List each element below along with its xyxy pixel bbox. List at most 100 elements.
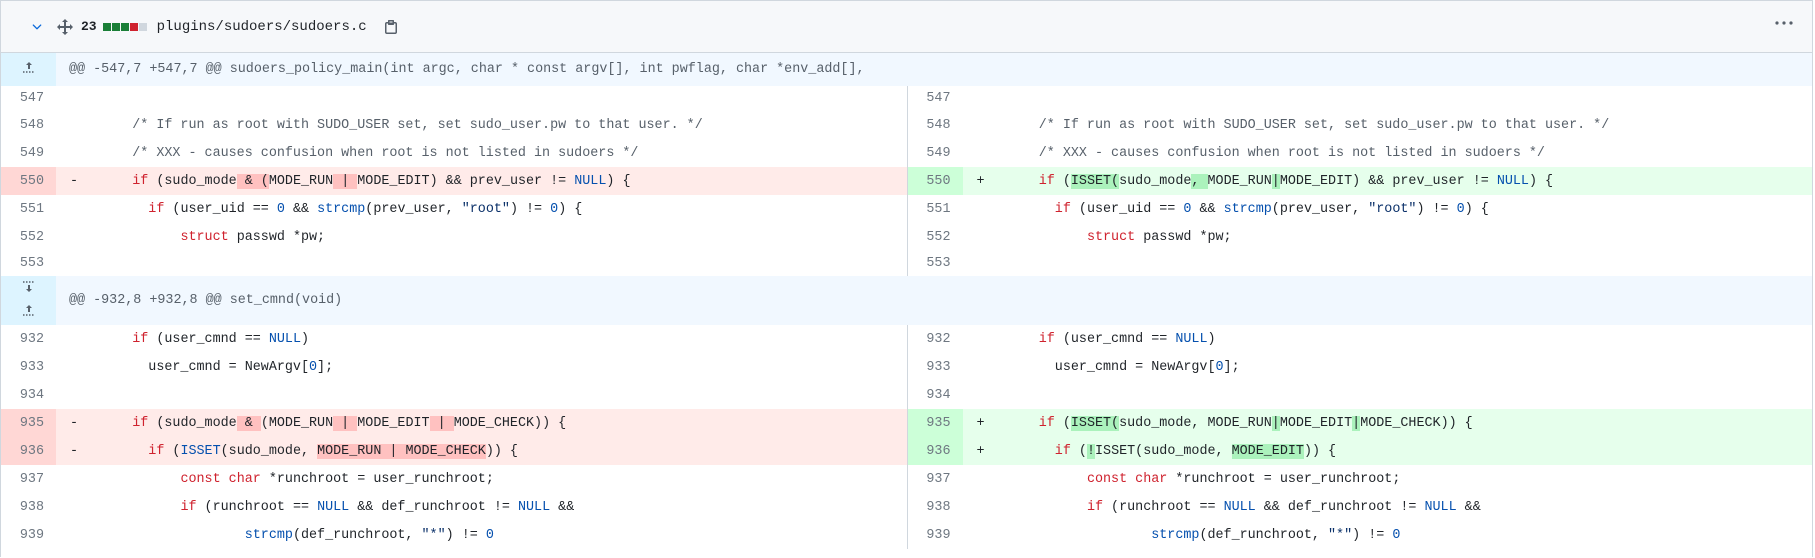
line-number[interactable]: 552 [1, 223, 56, 251]
line-number[interactable]: 938 [1, 493, 56, 521]
old-line: 549 /* XXX - causes confusion when root … [1, 139, 907, 167]
line-number[interactable]: 939 [1, 521, 56, 549]
code-token: | [1271, 415, 1280, 431]
code-text: /* XXX - causes confusion when root is n… [991, 146, 1545, 161]
code-token: (def_runchroot, [292, 527, 422, 543]
expand-down-icon[interactable] [21, 280, 37, 299]
code-token: | [429, 415, 454, 431]
line-number[interactable]: 936 [1, 437, 56, 465]
code-token: "root" [1368, 201, 1417, 217]
line-number[interactable]: 936 [907, 437, 963, 465]
expand-gutter[interactable] [1, 53, 56, 86]
code-text: if (user_cmnd == NULL) [84, 332, 309, 347]
line-number[interactable]: 935 [907, 409, 963, 437]
code-token: ( [1070, 443, 1087, 459]
expand-gutter[interactable] [1, 276, 56, 325]
code-token: 0 [1215, 359, 1224, 375]
line-number[interactable]: 548 [1, 111, 56, 139]
diff-row: 935- if (sudo_mode & (MODE_RUN | MODE_ED… [1, 409, 1812, 437]
code-token: ) { [1464, 201, 1489, 217]
code-text: if (user_cmnd == NULL) [991, 332, 1216, 347]
diff-row: 939 strcmp(def_runchroot, "*") != 0 939 s… [1, 521, 1812, 549]
line-number[interactable]: 939 [908, 521, 963, 549]
old-line: 932 if (user_cmnd == NULL) [1, 325, 907, 353]
code-token: if [132, 173, 149, 189]
code-text: strcmp(def_runchroot, "*") != 0 [991, 527, 1400, 543]
chevron-down-icon[interactable] [27, 20, 47, 34]
old-line: 934 [1, 381, 907, 409]
line-number[interactable]: 550 [1, 167, 56, 195]
expand-up-icon[interactable] [21, 303, 37, 322]
new-line: 553 [906, 251, 1813, 276]
line-number[interactable]: 547 [1, 86, 56, 111]
line-number[interactable]: 933 [1, 353, 56, 381]
expand-all-icon[interactable] [57, 18, 73, 35]
code-token: passwd *pw; [1135, 229, 1232, 245]
line-number[interactable]: 934 [908, 381, 963, 409]
code-token: && [1456, 499, 1481, 515]
code-token: 0 [550, 201, 559, 217]
code-token: (prev_user, [1271, 201, 1369, 217]
line-number[interactable]: 549 [1, 139, 56, 167]
line-number[interactable]: 935 [1, 409, 56, 437]
code-token: NULL [1175, 331, 1208, 347]
code-token: MODE_EDIT [1279, 415, 1353, 431]
code-token: ISSET( [1070, 173, 1120, 189]
diffstat-block [138, 22, 147, 31]
code-token: "*" [1328, 527, 1353, 543]
code-token: if [180, 499, 197, 515]
line-number[interactable]: 553 [908, 251, 963, 276]
code-token: 0 [485, 527, 494, 543]
line-number[interactable]: 548 [908, 111, 963, 139]
line-number[interactable]: 937 [908, 465, 963, 493]
diffstat-block [129, 22, 138, 31]
diff-row: 552 struct passwd *pw; 552 struct passwd … [1, 223, 1812, 251]
line-number[interactable]: 553 [1, 251, 56, 276]
line-number[interactable]: 938 [908, 493, 963, 521]
kebab-menu-icon[interactable] [1774, 15, 1794, 31]
code-token: ) [301, 331, 310, 347]
code-token: && [1191, 201, 1224, 217]
line-number[interactable]: 933 [908, 353, 963, 381]
line-number[interactable]: 551 [1, 195, 56, 223]
code-token: MODE_CHECK)) { [1360, 415, 1473, 431]
hunk-header: @@ -547,7 +547,7 @@ sudoers_policy_main(… [1, 53, 1812, 86]
code-token: (sudo_mode, [220, 443, 318, 459]
expand-up-icon[interactable] [21, 60, 37, 79]
line-number[interactable]: 550 [907, 167, 963, 195]
line-number[interactable]: 934 [1, 381, 56, 409]
code-token: 0 [309, 359, 318, 375]
code-token: char [1135, 471, 1168, 487]
code-text: if (ISSET(sudo_mode, MODE_RUN|MODE_EDIT|… [991, 415, 1473, 431]
file-path[interactable]: plugins/sudoers/sudoers.c [157, 19, 367, 35]
copy-icon[interactable] [383, 19, 399, 35]
code-token: && def_runchroot != [349, 499, 518, 515]
code-token: NULL [574, 173, 607, 189]
code-token: NULL [1496, 173, 1529, 189]
diffstat-block [120, 22, 129, 31]
code-token: passwd *pw; [228, 229, 326, 245]
code-token: if [132, 331, 149, 347]
line-number[interactable]: 932 [908, 325, 963, 353]
code-token: if [148, 443, 165, 459]
code-text: if (user_uid == 0 && strcmp(prev_user, "… [84, 202, 582, 217]
line-number[interactable]: 547 [908, 86, 963, 111]
new-line: 936 + if (!ISSET(sudo_mode, MODE_EDIT)) { [906, 437, 1812, 465]
code-token: /* XXX - causes confusion when root is n… [132, 145, 639, 161]
line-number[interactable]: 551 [908, 195, 963, 223]
code-token: *runchroot = user_runchroot; [260, 471, 494, 487]
line-number[interactable]: 549 [908, 139, 963, 167]
code-token: if [132, 415, 149, 431]
line-number[interactable]: 937 [1, 465, 56, 493]
old-line: 547 [1, 86, 907, 111]
line-number[interactable]: 552 [908, 223, 963, 251]
code-token: ) { [1528, 173, 1554, 189]
diff-row: 551 if (user_uid == 0 && strcmp(prev_use… [1, 195, 1812, 223]
code-token: /* XXX - causes confusion when root is n… [1038, 145, 1545, 161]
line-number[interactable]: 932 [1, 325, 56, 353]
code-token: (MODE_RUN [260, 415, 334, 431]
